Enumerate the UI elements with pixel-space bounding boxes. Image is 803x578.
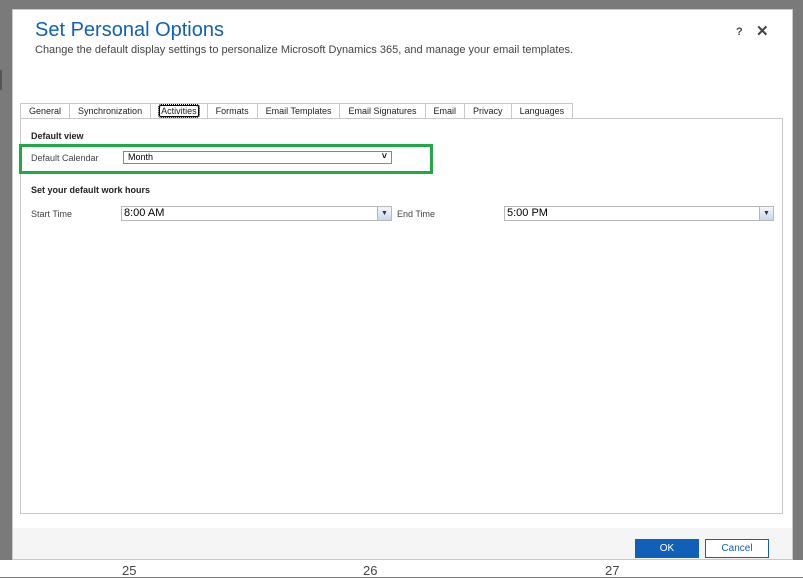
tab-activities[interactable]: Activities <box>150 103 208 119</box>
personal-options-dialog: Set Personal Options Change the default … <box>12 9 793 560</box>
help-button[interactable]: ? <box>736 26 743 38</box>
tab-languages[interactable]: Languages <box>510 103 574 119</box>
tab-label: Languages <box>519 106 565 116</box>
background-date: 26 <box>363 563 378 578</box>
start-time-label: Start Time <box>31 209 73 219</box>
tab-email-templates[interactable]: Email Templates <box>256 103 341 119</box>
background-date: 25 <box>122 563 137 578</box>
background-calendar-dates: 25 26 27 <box>0 560 803 578</box>
default-view-heading: Default view <box>31 131 84 141</box>
background-date: 27 <box>605 563 620 578</box>
tab-label: Privacy <box>473 106 503 116</box>
chevron-down-icon[interactable]: ▼ <box>377 207 391 220</box>
cancel-button[interactable]: Cancel <box>705 539 769 558</box>
tab-privacy[interactable]: Privacy <box>464 103 512 119</box>
tab-label: Activities <box>158 104 200 118</box>
default-calendar-value: Month <box>128 152 154 162</box>
start-time-value: 8:00 AM <box>124 207 165 219</box>
tab-synchronization[interactable]: Synchronization <box>69 103 152 119</box>
default-calendar-select[interactable]: Month ˅ <box>123 151 392 164</box>
tab-label: Synchronization <box>78 106 143 116</box>
tab-label: Email <box>433 106 457 116</box>
tab-label: Email Templates <box>265 106 332 116</box>
ok-button[interactable]: OK <box>635 539 699 558</box>
chevron-down-icon: ˅ <box>381 151 387 161</box>
tab-formats[interactable]: Formats <box>206 103 258 119</box>
tab-general[interactable]: General <box>20 103 71 119</box>
end-time-value: 5:00 PM <box>507 207 548 219</box>
start-time-select[interactable]: 8:00 AM ▼ <box>121 206 392 221</box>
tab-email[interactable]: Email <box>424 103 466 119</box>
tab-email-signatures[interactable]: Email Signatures <box>339 103 426 119</box>
background-strip <box>0 70 2 90</box>
default-calendar-label: Default Calendar <box>31 153 99 163</box>
end-time-label: End Time <box>397 209 436 219</box>
tab-label: Email Signatures <box>348 106 417 116</box>
chevron-down-icon[interactable]: ▼ <box>759 207 773 220</box>
tab-bar: General Synchronization Activities Forma… <box>20 103 574 119</box>
dialog-title: Set Personal Options <box>35 19 224 41</box>
activities-panel <box>20 118 783 514</box>
tab-label: General <box>29 106 62 116</box>
dialog-subtitle: Change the default display settings to p… <box>35 44 574 56</box>
end-time-select[interactable]: 5:00 PM ▼ <box>504 206 774 221</box>
tab-label: Formats <box>215 106 249 116</box>
close-button[interactable]: ✕ <box>756 22 769 40</box>
work-hours-heading: Set your default work hours <box>31 185 151 195</box>
